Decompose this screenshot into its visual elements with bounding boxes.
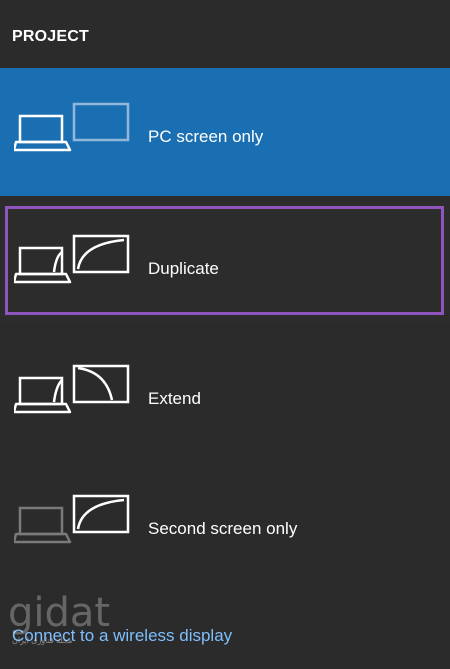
pc-screen-only-icon (14, 102, 130, 152)
option-label: Duplicate (148, 259, 219, 278)
option-second-screen-only[interactable]: Second screen only (0, 452, 450, 580)
option-label: Extend (148, 389, 201, 408)
connect-wireless-display-link[interactable]: Connect to a wireless display (12, 626, 232, 646)
option-extend[interactable]: Extend (0, 324, 450, 452)
panel-header: PROJECT (0, 0, 450, 68)
option-duplicate[interactable]: Duplicate (0, 196, 450, 324)
extend-icon (14, 364, 130, 414)
project-panel: PROJECT PC screen only Duplicate Extend … (0, 0, 450, 669)
second-screen-only-icon (14, 494, 130, 544)
duplicate-icon (14, 234, 130, 284)
panel-title: PROJECT (12, 28, 89, 45)
option-label: PC screen only (148, 127, 264, 146)
option-label: Second screen only (148, 519, 298, 538)
option-pc-screen-only[interactable]: PC screen only (0, 68, 450, 196)
